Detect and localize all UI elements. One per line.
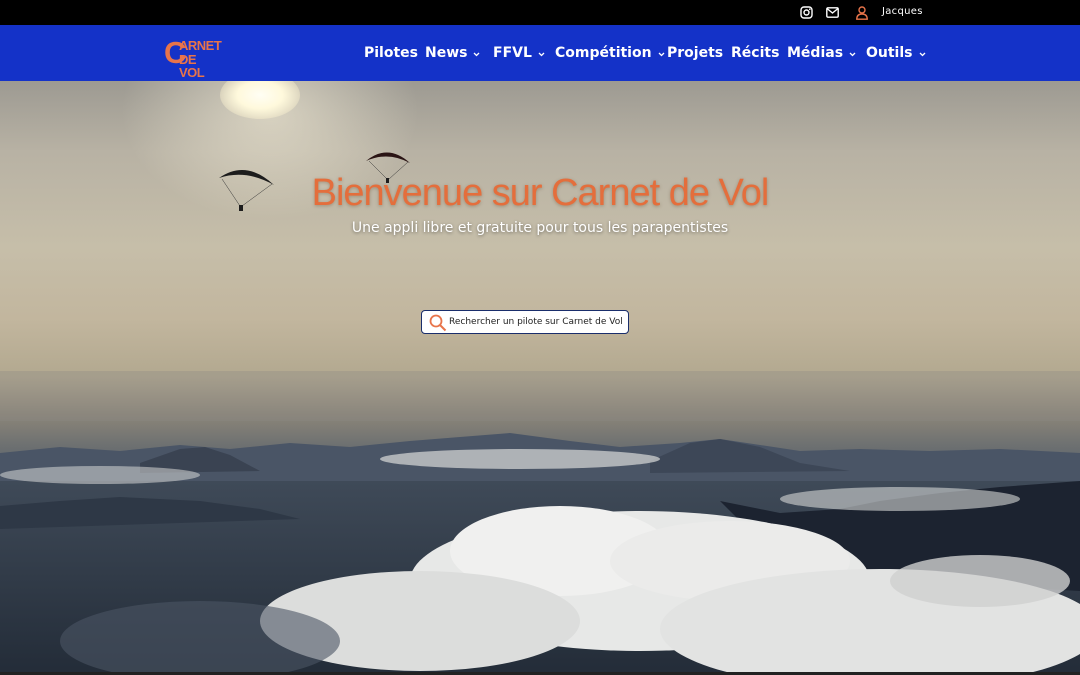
user-icon[interactable]	[856, 4, 868, 21]
mail-icon[interactable]	[826, 4, 839, 21]
nav-item-ffvl[interactable]: FFVL	[493, 44, 545, 62]
pilot-search-input[interactable]	[449, 314, 625, 330]
chevron-down-icon	[849, 45, 856, 61]
logo-line-2: DE VOL	[179, 52, 205, 80]
nav-item-label: Projets	[667, 45, 724, 61]
nav-item-medias[interactable]: Médias	[787, 44, 856, 62]
user-name-link[interactable]: Jacques	[882, 6, 923, 17]
search-icon	[429, 314, 447, 332]
top-utility-bar: Jacques	[0, 0, 1080, 25]
nav-item-label: Outils	[866, 45, 913, 61]
pilot-search-box[interactable]	[421, 310, 629, 334]
hero-title: Bienvenue sur Carnet de Vol	[311, 172, 770, 214]
hero-subtitle: Une appli libre et gratuite pour tous le…	[351, 220, 729, 236]
carnet-de-vol-logo[interactable]: C ARNET DE VOL	[164, 36, 222, 79]
chevron-down-icon	[538, 45, 545, 61]
logo-line-1: ARNET	[179, 38, 222, 53]
main-navbar: C ARNET DE VOL Pilotes News FFVL Compéti…	[0, 25, 1080, 81]
nav-item-label: Médias	[787, 45, 844, 61]
nav-item-outils[interactable]: Outils	[866, 44, 926, 62]
nav-item-label: Récits	[731, 45, 780, 61]
chevron-down-icon	[658, 45, 665, 61]
landscape-background	[0, 152, 1080, 675]
chevron-down-icon	[473, 45, 480, 61]
nav-item-label: Compétition	[555, 45, 652, 61]
hero-banner: Bienvenue sur Carnet de Vol Une appli li…	[0, 81, 1080, 675]
nav-item-label: Pilotes	[364, 45, 418, 61]
nav-item-label: News	[425, 45, 468, 61]
instagram-icon[interactable]	[800, 4, 813, 21]
nav-item-pilotes[interactable]: Pilotes	[364, 44, 418, 62]
nav-item-news[interactable]: News	[425, 44, 480, 62]
nav-item-label: FFVL	[493, 45, 532, 61]
nav-item-recits[interactable]: Récits	[731, 44, 779, 62]
nav-item-projets[interactable]: Projets	[667, 44, 723, 62]
chevron-down-icon	[919, 45, 926, 61]
nav-item-competition[interactable]: Compétition	[555, 44, 665, 62]
